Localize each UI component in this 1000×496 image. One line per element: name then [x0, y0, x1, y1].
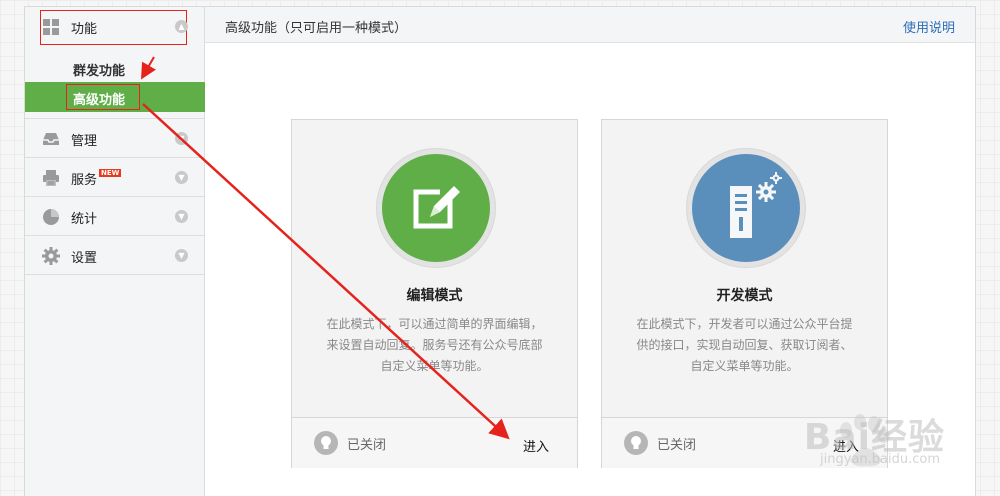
sidebar-group-label-text: 服务 [71, 173, 98, 188]
sidebar-group-label: 统计 [71, 212, 98, 227]
edit-mode-card: 编辑模式 在此模式下，可以通过简单的界面编辑， 来设置自动回复。服务号还有公众号… [291, 119, 578, 468]
chevron-down-icon[interactable]: ▼ [175, 249, 188, 262]
icon-ring [686, 148, 806, 268]
card-description-line: 在此模式下，可以通过简单的界面编辑， [326, 317, 543, 331]
sidebar-item-advanced[interactable]: 高级功能 [25, 82, 205, 112]
page-title: 高级功能（只可启用一种模式） [225, 21, 408, 36]
grid-icon [41, 17, 61, 37]
icon-ring [376, 148, 496, 268]
sidebar-group-label: 服务 NEW [71, 169, 122, 188]
sidebar-group-label: 管理 [71, 134, 98, 149]
lightbulb-icon [314, 431, 338, 455]
card-body: 开发模式 在此模式下，开发者可以通过公众平台提 供的接口，实现自动回复、获取订阅… [602, 120, 887, 417]
sidebar-item-mass-send[interactable]: 群发功能 [25, 53, 205, 83]
sidebar-item-label: 群发功能 [73, 64, 126, 79]
help-link[interactable]: 使用说明 [903, 17, 955, 36]
card-description: 在此模式下，开发者可以通过公众平台提 供的接口，实现自动回复、获取订阅者、 自定… [624, 314, 865, 377]
card-description-line: 自定义菜单等功能。 [690, 359, 799, 373]
inbox-icon [41, 129, 61, 149]
chevron-up-icon[interactable]: ▲ [175, 20, 188, 33]
card-description: 在此模式下，可以通过简单的界面编辑， 来设置自动回复。服务号还有公众号底部 自定… [314, 314, 555, 377]
annotation-highlight-box [40, 10, 187, 45]
pie-chart-icon [41, 207, 61, 227]
sidebar-group-manage[interactable]: 管理 ▼ [25, 119, 204, 158]
server-gear-icon [692, 154, 800, 262]
card-title: 开发模式 [716, 288, 773, 304]
status-text: 已关闭 [657, 438, 697, 453]
sidebar-group-stats[interactable]: 统计 ▼ [25, 197, 204, 236]
enter-button[interactable]: 进入 [523, 436, 549, 455]
content-header: 高级功能（只可启用一种模式） 使用说明 [205, 7, 975, 43]
chevron-down-icon[interactable]: ▼ [175, 132, 188, 145]
card-body: 编辑模式 在此模式下，可以通过简单的界面编辑， 来设置自动回复。服务号还有公众号… [292, 120, 577, 417]
chevron-down-icon[interactable]: ▼ [175, 210, 188, 223]
sidebar-group-settings[interactable]: 设置 ▼ [25, 236, 204, 275]
sidebar-group-function: 功能 ▲ 群发功能 高级功能 [25, 7, 205, 119]
sidebar-item-label: 高级功能 [73, 93, 126, 108]
watermark-url: jingyan.baidu.com [820, 452, 940, 467]
edit-icon [382, 154, 490, 262]
card-description-line: 来设置自动回复。服务号还有公众号底部 [326, 338, 543, 352]
chevron-down-icon[interactable]: ▼ [175, 171, 188, 184]
gear-icon [41, 246, 61, 266]
printer-icon [41, 168, 61, 188]
new-badge: NEW [99, 169, 122, 177]
card-description-line: 自定义菜单等功能。 [380, 359, 489, 373]
card-footer: 已关闭 进入 [292, 417, 577, 468]
card-description-line: 在此模式下，开发者可以通过公众平台提 [636, 317, 853, 331]
sidebar-group-label[interactable]: 功能 [71, 18, 97, 37]
sidebar: 功能 ▲ 群发功能 高级功能 管理 ▼ 服务 NEW ▼ 统计 ▼ 设置 ▼ [25, 7, 205, 496]
sidebar-group-label: 设置 [71, 251, 98, 266]
lightbulb-icon [624, 431, 648, 455]
card-description-line: 供的接口，实现自动回复、获取订阅者、 [636, 338, 853, 352]
card-title: 编辑模式 [406, 288, 463, 304]
sidebar-group-service[interactable]: 服务 NEW ▼ [25, 158, 204, 197]
status-text: 已关闭 [347, 438, 387, 453]
